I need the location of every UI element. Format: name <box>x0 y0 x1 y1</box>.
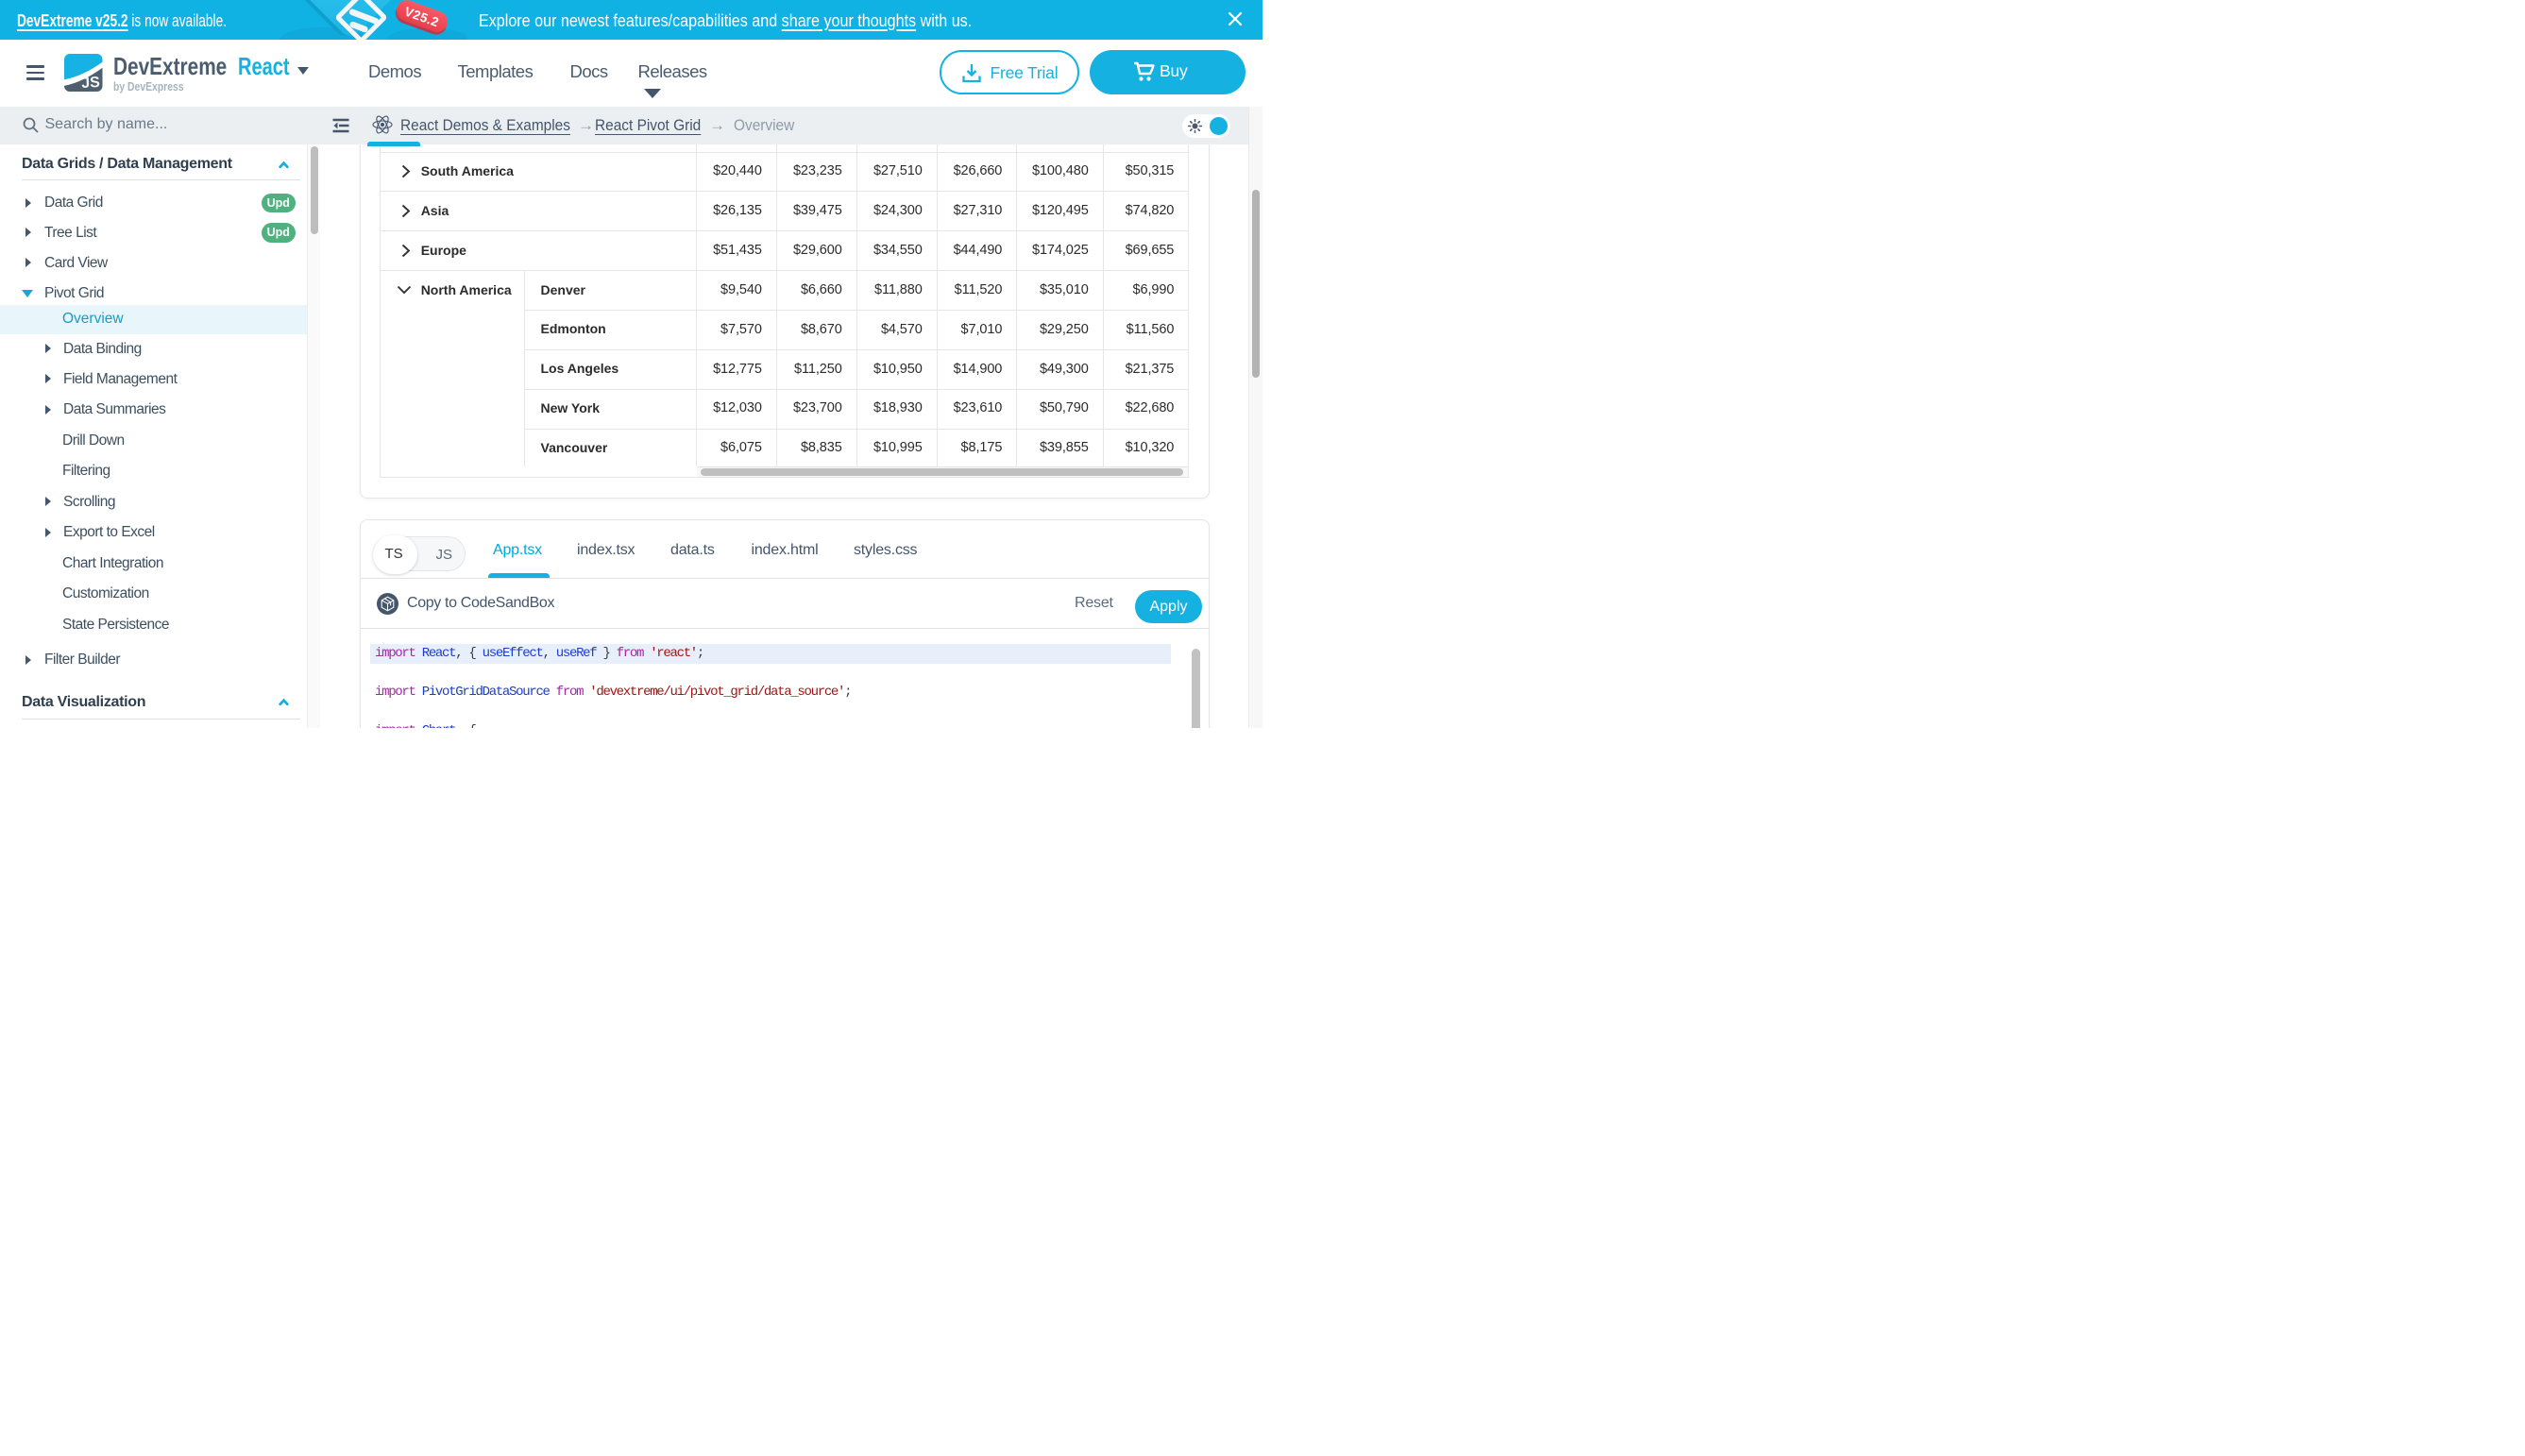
svg-text:JS: JS <box>81 75 101 92</box>
